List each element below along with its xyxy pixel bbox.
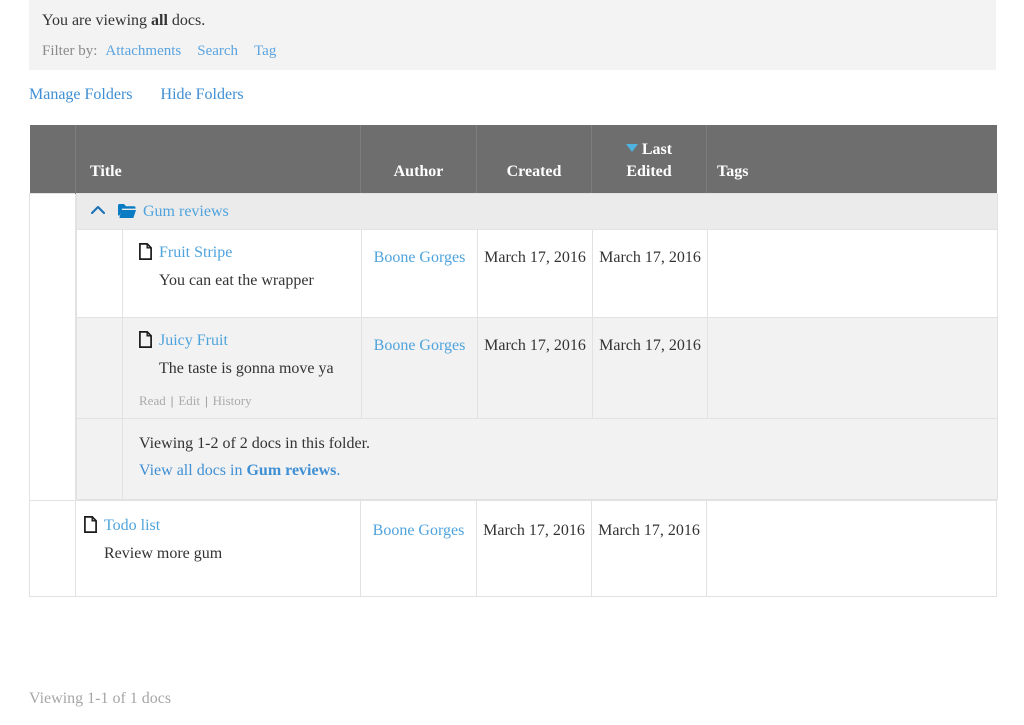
column-header-last-edited-line2: Edited bbox=[626, 163, 672, 180]
doc-row-spacer-cell bbox=[76, 317, 123, 419]
document-icon bbox=[84, 516, 97, 533]
column-header-tags[interactable]: Tags bbox=[706, 125, 997, 193]
doc-title-link[interactable]: Todo list bbox=[104, 517, 160, 534]
doc-title-line: Todo list bbox=[84, 515, 352, 537]
table-row: Fruit Stripe You can eat the wrapper Boo… bbox=[76, 229, 999, 318]
filter-search-link[interactable]: Search bbox=[197, 43, 238, 59]
doc-created-cell: March 17, 2016 bbox=[476, 500, 592, 597]
doc-tags-cell bbox=[706, 229, 999, 318]
manage-folders-link[interactable]: Manage Folders bbox=[29, 86, 133, 103]
doc-title-link[interactable]: Juicy Fruit bbox=[159, 332, 228, 349]
folder-group-row: Gum reviews Fruit Stripe You can eat the… bbox=[29, 192, 999, 501]
folder-footer-cell: Viewing 1-2 of 2 docs in this folder. Vi… bbox=[121, 418, 999, 500]
doc-author-cell: Boone Gorges bbox=[361, 229, 478, 318]
doc-created-cell: March 17, 2016 bbox=[477, 317, 593, 419]
doc-title-line: Fruit Stripe bbox=[139, 242, 353, 264]
document-icon bbox=[139, 331, 152, 348]
doc-excerpt: Review more gum bbox=[104, 545, 223, 562]
column-header-last-edited[interactable]: Last Edited bbox=[591, 125, 707, 193]
filter-tag-link[interactable]: Tag bbox=[254, 43, 276, 59]
doc-last-edited-cell: March 17, 2016 bbox=[592, 229, 708, 318]
doc-author-cell: Boone Gorges bbox=[361, 317, 478, 419]
folder-open-icon bbox=[118, 203, 136, 218]
doc-last-edited-cell: March 17, 2016 bbox=[591, 500, 707, 597]
doc-last-edited-cell: March 17, 2016 bbox=[592, 317, 708, 419]
viewing-notice: You are viewing all docs. bbox=[42, 10, 996, 32]
table-row: Todo list Review more gum Boone Gorges M… bbox=[29, 500, 997, 597]
doc-excerpt: The taste is gonna move ya bbox=[159, 360, 334, 377]
sort-descending-caret-icon bbox=[625, 144, 638, 153]
filter-by-row: Filter by: Attachments Search Tag bbox=[42, 40, 996, 62]
doc-row-spacer-cell bbox=[76, 229, 123, 318]
folder-name-link[interactable]: Gum reviews bbox=[143, 203, 229, 220]
folder-group-spacer-cell bbox=[29, 192, 76, 501]
doc-row-actions: Read | Edit | History bbox=[139, 392, 353, 410]
doc-tags-cell bbox=[706, 500, 997, 597]
folder-docs-table: Gum reviews Fruit Stripe You can eat the… bbox=[75, 193, 999, 500]
column-header-last-edited-line1: Last bbox=[641, 141, 673, 158]
column-header-author[interactable]: Author bbox=[360, 125, 477, 193]
doc-tags-cell bbox=[706, 317, 999, 419]
author-link[interactable]: Boone Gorges bbox=[373, 522, 465, 539]
doc-title-line: Juicy Fruit bbox=[139, 330, 353, 352]
docs-table-body: Gum reviews Fruit Stripe You can eat the… bbox=[29, 192, 999, 597]
hide-folders-link[interactable]: Hide Folders bbox=[161, 86, 244, 103]
viewing-notice-bar: You are viewing all docs. Filter by: Atta… bbox=[29, 0, 996, 70]
filter-attachments-link[interactable]: Attachments bbox=[105, 43, 181, 59]
docs-table-header-row: Title Author Created Last Edited Tags bbox=[29, 125, 997, 193]
doc-title-cell: Todo list Review more gum bbox=[75, 500, 361, 597]
folder-header-row[interactable]: Gum reviews bbox=[75, 193, 999, 230]
folder-header-cell: Gum reviews bbox=[75, 193, 999, 230]
view-all-suffix: . bbox=[336, 462, 341, 479]
docs-table: Title Author Created Last Edited Tags Gu… bbox=[29, 125, 999, 597]
folder-footer-spacer-cell bbox=[76, 418, 123, 500]
docs-list-page: You are viewing all docs. Filter by: Atta… bbox=[0, 0, 1024, 725]
table-row: Juicy Fruit The taste is gonna move ya R… bbox=[76, 317, 999, 419]
doc-action-edit[interactable]: Edit bbox=[178, 393, 200, 408]
folder-view-all-line: View all docs in Gum reviews. bbox=[139, 457, 987, 485]
viewing-notice-scope: all bbox=[151, 12, 168, 29]
folder-group-container: Gum reviews Fruit Stripe You can eat the… bbox=[75, 193, 999, 501]
bottom-viewing-count: Viewing 1-1 of 1 docs bbox=[29, 690, 172, 707]
doc-author-cell: Boone Gorges bbox=[360, 500, 477, 597]
doc-action-read[interactable]: Read bbox=[139, 393, 166, 408]
doc-title-cell: Juicy Fruit The taste is gonna move ya R… bbox=[122, 317, 362, 419]
document-icon bbox=[139, 243, 152, 260]
column-header-created[interactable]: Created bbox=[476, 125, 592, 193]
action-separator: | bbox=[170, 393, 174, 408]
doc-row-spacer-cell bbox=[29, 500, 76, 597]
docs-table-head: Title Author Created Last Edited Tags bbox=[29, 125, 997, 193]
viewing-notice-suffix: docs. bbox=[167, 12, 206, 29]
author-link[interactable]: Boone Gorges bbox=[374, 337, 466, 354]
folder-actions-bar: Manage Folders Hide Folders bbox=[29, 84, 272, 106]
view-all-docs-link[interactable]: View all docs in Gum reviews. bbox=[139, 462, 340, 479]
doc-created-cell: March 17, 2016 bbox=[477, 229, 593, 318]
column-header-title[interactable]: Title bbox=[75, 125, 361, 193]
view-all-folder-name: Gum reviews bbox=[246, 462, 337, 479]
action-separator: | bbox=[205, 393, 208, 408]
column-header-spacer bbox=[29, 125, 76, 193]
author-link[interactable]: Boone Gorges bbox=[374, 249, 466, 266]
doc-action-history[interactable]: History bbox=[213, 393, 252, 408]
view-all-prefix: View all docs in bbox=[139, 462, 247, 479]
viewing-notice-prefix: You are viewing bbox=[42, 12, 152, 29]
doc-excerpt: You can eat the wrapper bbox=[159, 272, 314, 289]
chevron-up-icon[interactable] bbox=[91, 205, 105, 215]
folder-count-text: Viewing 1-2 of 2 docs in this folder. bbox=[139, 435, 371, 452]
doc-title-cell: Fruit Stripe You can eat the wrapper bbox=[122, 229, 362, 318]
folder-footer-row: Viewing 1-2 of 2 docs in this folder. Vi… bbox=[76, 418, 999, 500]
filter-by-label: Filter by: bbox=[42, 43, 98, 59]
doc-title-link[interactable]: Fruit Stripe bbox=[159, 244, 232, 261]
